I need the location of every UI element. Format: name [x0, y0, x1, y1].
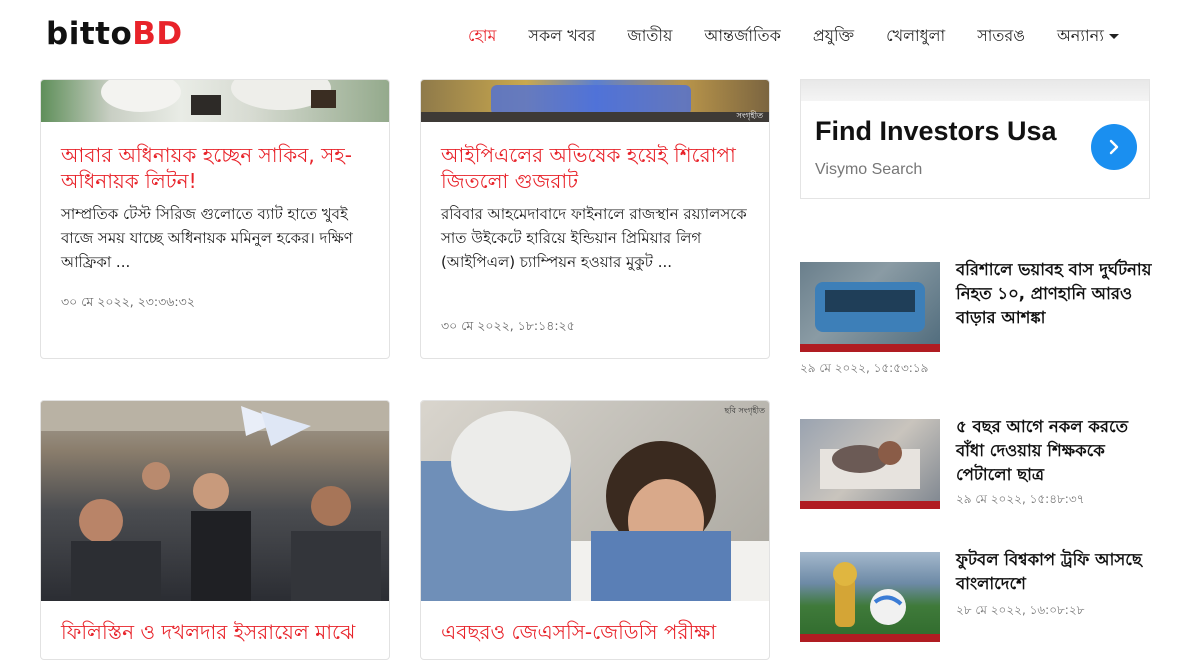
- chevron-right-icon: [1109, 139, 1119, 155]
- ad-go-button[interactable]: [1091, 124, 1137, 170]
- ad-banner[interactable]: Find Investors Usa Visymo Search: [800, 79, 1150, 199]
- image-caption: ছবি সংগৃহীত: [724, 406, 765, 415]
- news-date: ৩০ মে ২০২২, ২৩:৩৬:৩২: [61, 294, 195, 309]
- news-image[interactable]: সংগৃহীত: [421, 80, 769, 122]
- site-logo[interactable]: bittoBD: [46, 16, 183, 52]
- nav-item-others[interactable]: অন্যান্য: [1057, 23, 1119, 50]
- news-card[interactable]: সংগৃহীত আইপিএলের অভিষেক হয়েই শিরোপা জিত…: [420, 79, 770, 359]
- nav-item-home[interactable]: হোম: [468, 23, 496, 50]
- nav-item-entertainment[interactable]: সাতরঙ: [977, 23, 1025, 50]
- news-excerpt: রবিবার আহমেদাবাদে ফাইনালে রাজস্থান রয়্য…: [441, 205, 747, 271]
- logo-text-2: BD: [132, 16, 183, 52]
- side-news-title[interactable]: ৫ বছর আগে নকল করতে বাঁধা দেওয়ায় শিক্ষক…: [956, 415, 1156, 487]
- image-caption: সংগৃহীত: [736, 111, 763, 120]
- news-card[interactable]: ছবি সংগৃহীত এবছরও জেএসসি-জেডিসি পরীক্ষা: [420, 400, 770, 660]
- nav-item-international[interactable]: আন্তর্জাতিক: [704, 23, 780, 50]
- nav-item-sports[interactable]: খেলাধুলা: [886, 23, 945, 50]
- news-excerpt: সাম্প্রতিক টেস্ট সিরিজ গুলোতে ব্যাট হাতে…: [61, 205, 353, 271]
- news-image[interactable]: [41, 401, 389, 601]
- news-title[interactable]: আইপিএলের অভিষেক হয়েই শিরোপা জিতলো গুজরা…: [441, 142, 751, 194]
- side-news-item[interactable]: বরিশালে ভয়াবহ বাস দুর্ঘটনায় নিহত ১০, প…: [800, 260, 1160, 375]
- news-title[interactable]: এবছরও জেএসসি-জেডিসি পরীক্ষা: [441, 619, 751, 645]
- news-card[interactable]: ফিলিস্তিন ও দখলদার ইসরায়েল মাঝে: [40, 400, 390, 660]
- nav-item-all-news[interactable]: সকল খবর: [528, 23, 595, 50]
- chevron-down-icon: [1108, 34, 1119, 39]
- news-title[interactable]: আবার অধিনায়ক হচ্ছেন সাকিব, সহ-অধিনায়ক …: [61, 142, 371, 194]
- side-news-item[interactable]: ৫ বছর আগে নকল করতে বাঁধা দেওয়ায় শিক্ষক…: [800, 417, 1160, 511]
- side-news-date: ২৮ মে ২০২২, ১৬:০৮:২৮: [956, 603, 1085, 617]
- nav-item-national[interactable]: জাতীয়: [627, 23, 672, 50]
- side-news-date: ২৯ মে ২০২২, ১৫:৪৮:৩৭: [956, 492, 1085, 506]
- side-news-title[interactable]: বরিশালে ভয়াবহ বাস দুর্ঘটনায় নিহত ১০, প…: [956, 258, 1156, 330]
- nav-item-technology[interactable]: প্রযুক্তি: [813, 23, 854, 50]
- ad-source: Visymo Search: [815, 161, 923, 178]
- ad-title[interactable]: Find Investors Usa: [815, 116, 1057, 147]
- top-navbar: bittoBD হোম সকল খবর জাতীয় আন্তর্জাতিক প…: [0, 0, 1190, 70]
- nav-item-others-label: অন্যান্য: [1056, 26, 1104, 45]
- side-news-thumb[interactable]: [800, 419, 940, 509]
- side-news-thumb[interactable]: [800, 262, 940, 352]
- main-menu: হোম সকল খবর জাতীয় আন্তর্জাতিক প্রযুক্তি…: [468, 23, 1119, 50]
- news-title[interactable]: ফিলিস্তিন ও দখলদার ইসরায়েল মাঝে: [61, 619, 371, 645]
- ad-image-strip: [801, 80, 1149, 101]
- news-image[interactable]: ছবি সংগৃহীত: [421, 401, 769, 601]
- side-news-title[interactable]: ফুটবল বিশ্বকাপ ট্রফি আসছে বাংলাদেশে: [956, 548, 1156, 596]
- news-card[interactable]: আবার অধিনায়ক হচ্ছেন সাকিব, সহ-অধিনায়ক …: [40, 79, 390, 359]
- side-news-thumb[interactable]: [800, 552, 940, 642]
- side-news-item[interactable]: ফুটবল বিশ্বকাপ ট্রফি আসছে বাংলাদেশে ২৮ ম…: [800, 550, 1160, 644]
- news-date: ৩০ মে ২০২২, ১৮:১৪:২৫: [441, 318, 575, 333]
- news-image[interactable]: [41, 80, 389, 122]
- logo-text-1: bitto: [46, 16, 133, 52]
- side-news-date: ২৯ মে ২০২২, ১৫:৫৩:১৯: [800, 361, 929, 375]
